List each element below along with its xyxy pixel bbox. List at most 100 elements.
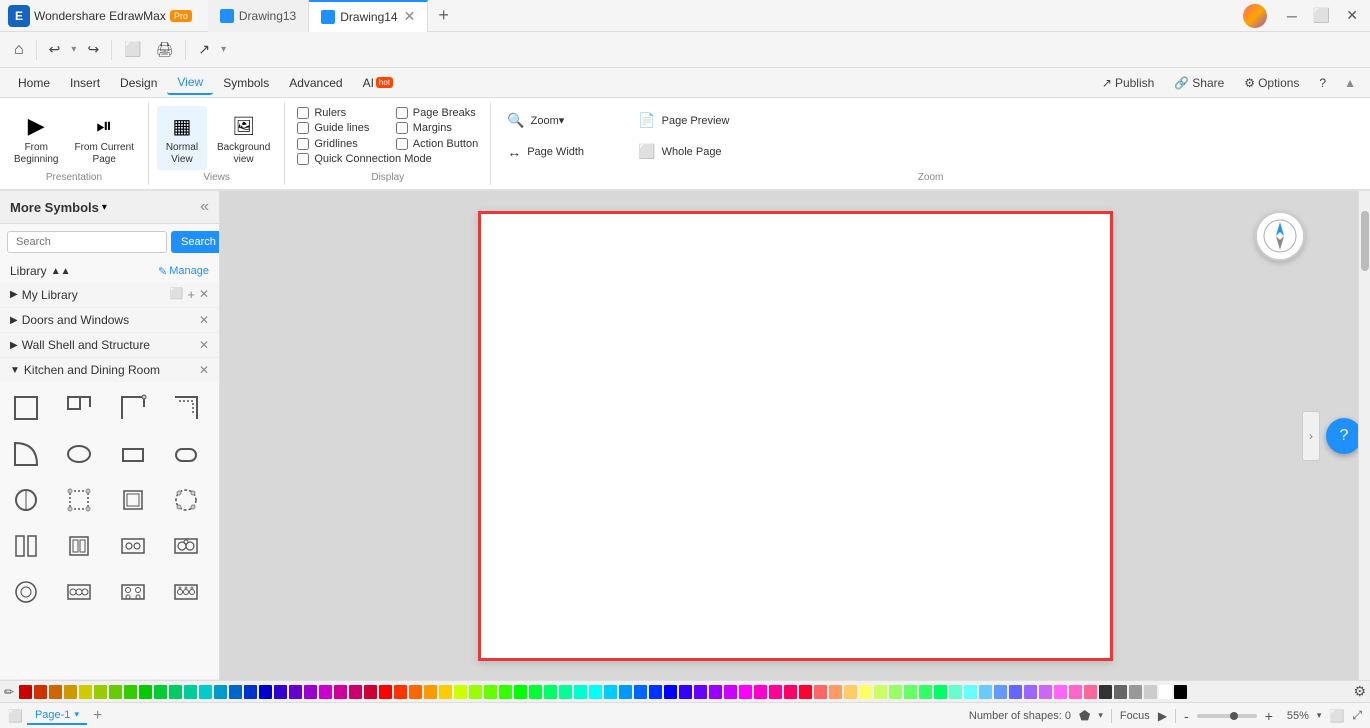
- zoom-bar[interactable]: [1197, 714, 1257, 718]
- color-swatch[interactable]: [94, 685, 107, 699]
- shape-item[interactable]: [164, 432, 208, 476]
- color-swatch[interactable]: [244, 685, 257, 699]
- shape-item[interactable]: [57, 386, 101, 430]
- color-swatch[interactable]: [199, 685, 212, 699]
- shape-item[interactable]: [4, 478, 48, 522]
- page-preview-button[interactable]: 📄 Page Preview: [630, 109, 759, 132]
- color-swatch[interactable]: [364, 685, 377, 699]
- wall-shell-header[interactable]: ▶ Wall Shell and Structure ✕: [0, 333, 219, 357]
- close-button[interactable]: ✕: [1342, 7, 1362, 24]
- shape-item[interactable]: [164, 386, 208, 430]
- color-swatch[interactable]: [604, 685, 617, 699]
- color-swatch[interactable]: [109, 685, 122, 699]
- color-swatch[interactable]: [154, 685, 167, 699]
- color-swatch[interactable]: [1099, 685, 1112, 699]
- shape-item[interactable]: [111, 432, 155, 476]
- color-swatch[interactable]: [1174, 685, 1187, 699]
- help-button[interactable]: ?: [1311, 73, 1334, 93]
- color-swatch[interactable]: [214, 685, 227, 699]
- undo-button[interactable]: ↩: [43, 38, 67, 61]
- color-swatch[interactable]: [1144, 685, 1157, 699]
- shape-item[interactable]: [164, 524, 208, 568]
- color-swatch[interactable]: [799, 685, 812, 699]
- color-swatch[interactable]: [394, 685, 407, 699]
- redo-button[interactable]: ↪: [81, 38, 105, 61]
- page-tab-dropdown[interactable]: ▾: [74, 709, 79, 720]
- color-swatch[interactable]: [1084, 685, 1097, 699]
- library-collapse-icon[interactable]: ▲▲: [51, 266, 71, 277]
- color-swatch[interactable]: [559, 685, 572, 699]
- color-swatch[interactable]: [424, 685, 437, 699]
- gridlines-checkbox[interactable]: Gridlines: [297, 138, 379, 150]
- shape-type-icon[interactable]: ⬟: [1079, 708, 1090, 724]
- color-swatch[interactable]: [574, 685, 587, 699]
- publish-button[interactable]: ↗Publish: [1094, 73, 1162, 93]
- from-beginning-button[interactable]: ▶ FromBeginning: [8, 106, 64, 170]
- color-swatch[interactable]: [874, 685, 887, 699]
- color-swatch[interactable]: [1009, 685, 1022, 699]
- color-swatch[interactable]: [889, 685, 902, 699]
- color-swatch[interactable]: [544, 685, 557, 699]
- menu-symbols[interactable]: Symbols: [213, 72, 279, 94]
- menu-insert[interactable]: Insert: [60, 72, 110, 94]
- color-swatch[interactable]: [259, 685, 272, 699]
- fullscreen-button[interactable]: ⤢: [1352, 708, 1362, 723]
- shape-item[interactable]: [57, 478, 101, 522]
- shape-item[interactable]: [164, 478, 208, 522]
- color-swatch[interactable]: [649, 685, 662, 699]
- color-swatch[interactable]: [499, 685, 512, 699]
- color-swatch[interactable]: [184, 685, 197, 699]
- menu-design[interactable]: Design: [110, 72, 167, 94]
- color-swatch[interactable]: [484, 685, 497, 699]
- color-swatch[interactable]: [694, 685, 707, 699]
- color-swatch[interactable]: [859, 685, 872, 699]
- color-swatch[interactable]: [634, 685, 647, 699]
- color-swatch[interactable]: [379, 685, 392, 699]
- menu-view[interactable]: View: [167, 71, 213, 95]
- kitchen-header[interactable]: ▼ Kitchen and Dining Room ✕: [0, 358, 219, 382]
- maximize-button[interactable]: ⬜: [1309, 7, 1334, 24]
- color-swatch[interactable]: [64, 685, 77, 699]
- color-swatch[interactable]: [334, 685, 347, 699]
- color-swatch[interactable]: [439, 685, 452, 699]
- color-swatch[interactable]: [274, 685, 287, 699]
- color-swatch[interactable]: [79, 685, 92, 699]
- color-swatch[interactable]: [1039, 685, 1052, 699]
- color-swatch[interactable]: [1069, 685, 1082, 699]
- color-swatch[interactable]: [814, 685, 827, 699]
- help-fab-button[interactable]: ?: [1326, 418, 1362, 454]
- search-button[interactable]: Search: [171, 231, 220, 253]
- shape-item[interactable]: [57, 432, 101, 476]
- collapse-sidebar-button[interactable]: «: [200, 198, 209, 216]
- minimize-button[interactable]: ─: [1283, 8, 1301, 24]
- action-button-checkbox[interactable]: Action Button: [396, 138, 478, 150]
- dropdown-arrow-icon[interactable]: ▾: [102, 202, 107, 213]
- color-swatch[interactable]: [679, 685, 692, 699]
- add-tab-button[interactable]: +: [428, 0, 459, 32]
- color-swatch[interactable]: [994, 685, 1007, 699]
- shape-item[interactable]: [164, 570, 208, 614]
- kitchen-close-icon[interactable]: ✕: [199, 363, 209, 377]
- color-swatch[interactable]: [904, 685, 917, 699]
- color-swatch[interactable]: [49, 685, 62, 699]
- color-swatch[interactable]: [724, 685, 737, 699]
- color-swatch[interactable]: [709, 685, 722, 699]
- color-swatch[interactable]: [979, 685, 992, 699]
- color-swatch[interactable]: [754, 685, 767, 699]
- color-swatch[interactable]: [784, 685, 797, 699]
- color-swatch[interactable]: [514, 685, 527, 699]
- color-swatch[interactable]: [1129, 685, 1142, 699]
- color-swatch[interactable]: [1024, 685, 1037, 699]
- zoom-dropdown-button[interactable]: 🔍 Zoom▾: [499, 109, 628, 132]
- menu-ai[interactable]: AI hot: [353, 72, 403, 94]
- shape-item[interactable]: [4, 570, 48, 614]
- play-button[interactable]: ▶: [1158, 709, 1167, 723]
- vertical-scrollbar[interactable]: [1358, 191, 1370, 680]
- add-page-button[interactable]: +: [87, 705, 108, 727]
- color-swatch[interactable]: [1159, 685, 1172, 699]
- zoom-in-button[interactable]: +: [1265, 708, 1273, 724]
- color-swatch[interactable]: [1054, 685, 1067, 699]
- collapse-ribbon-button[interactable]: ▲: [1338, 73, 1362, 93]
- page-tab-active[interactable]: Page-1 ▾: [27, 707, 87, 725]
- doors-windows-header[interactable]: ▶ Doors and Windows ✕: [0, 308, 219, 332]
